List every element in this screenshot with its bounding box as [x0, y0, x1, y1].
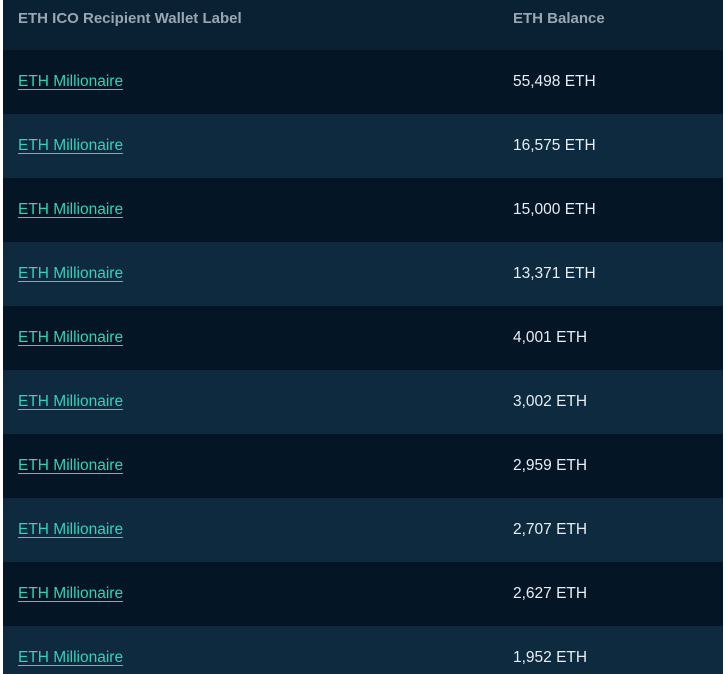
eth-balance-value: 55,498 ETH — [513, 73, 596, 90]
wallet-label-link[interactable]: ETH Millionaire — [18, 201, 123, 218]
table-row: ETH Millionaire 2,627 ETH — [3, 562, 723, 626]
eth-balance-value: 2,959 ETH — [513, 457, 588, 474]
table-header: ETH ICO Recipient Wallet Label ETH Balan… — [3, 0, 723, 50]
eth-balance-value: 13,371 ETH — [513, 265, 596, 282]
eth-balance-value: 15,000 ETH — [513, 201, 596, 218]
table-row: ETH Millionaire 2,707 ETH — [3, 498, 723, 562]
eth-balance-value: 2,707 ETH — [513, 521, 588, 538]
wallet-label-link[interactable]: ETH Millionaire — [18, 73, 123, 90]
wallet-label-link[interactable]: ETH Millionaire — [18, 137, 123, 154]
table-row: ETH Millionaire 4,001 ETH — [3, 306, 723, 370]
wallet-label-link[interactable]: ETH Millionaire — [18, 457, 123, 474]
column-header-eth-balance: ETH Balance — [513, 10, 605, 27]
wallet-label-link[interactable]: ETH Millionaire — [18, 649, 123, 666]
table-row: ETH Millionaire 13,371 ETH — [3, 242, 723, 306]
wallet-label-link[interactable]: ETH Millionaire — [18, 329, 123, 346]
wallet-table-panel: ETH ICO Recipient Wallet Label ETH Balan… — [3, 0, 723, 674]
table-row: ETH Millionaire 16,575 ETH — [3, 114, 723, 178]
table-row: ETH Millionaire 1,952 ETH — [3, 626, 723, 674]
table-row: ETH Millionaire 55,498 ETH — [3, 50, 723, 114]
wallet-label-link[interactable]: ETH Millionaire — [18, 393, 123, 410]
column-header-wallet-label: ETH ICO Recipient Wallet Label — [18, 10, 242, 27]
eth-balance-value: 4,001 ETH — [513, 329, 588, 346]
table-row: ETH Millionaire 15,000 ETH — [3, 178, 723, 242]
wallet-label-link[interactable]: ETH Millionaire — [18, 585, 123, 602]
eth-balance-value: 1,952 ETH — [513, 649, 588, 666]
wallet-label-link[interactable]: ETH Millionaire — [18, 521, 123, 538]
eth-balance-value: 3,002 ETH — [513, 393, 588, 410]
table-row: ETH Millionaire 2,959 ETH — [3, 434, 723, 498]
eth-balance-value: 2,627 ETH — [513, 585, 588, 602]
table-row: ETH Millionaire 3,002 ETH — [3, 370, 723, 434]
eth-balance-value: 16,575 ETH — [513, 137, 596, 154]
wallet-label-link[interactable]: ETH Millionaire — [18, 265, 123, 282]
table-body: ETH Millionaire 55,498 ETH ETH Millionai… — [3, 50, 723, 674]
